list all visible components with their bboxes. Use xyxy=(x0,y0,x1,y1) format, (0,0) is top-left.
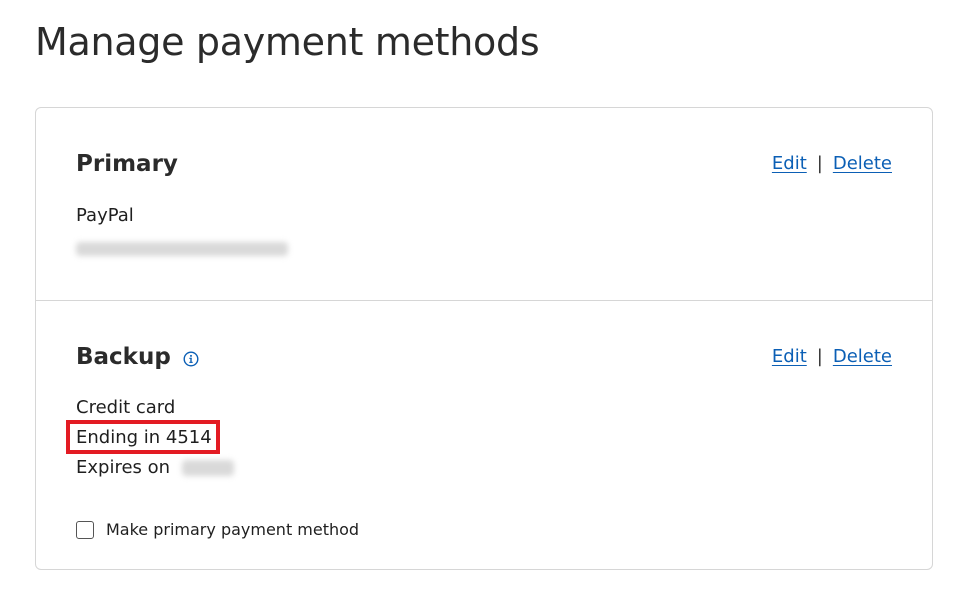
backup-delete-link[interactable]: Delete xyxy=(833,346,892,367)
payment-methods-card: Primary Edit | Delete PayPal Backup Edit… xyxy=(35,107,933,570)
backup-expiry: Expires on xyxy=(76,457,234,478)
backup-section: Backup Edit | Delete Credit card Ending … xyxy=(36,301,932,571)
info-icon[interactable] xyxy=(183,347,199,367)
primary-method-name: PayPal xyxy=(76,205,134,226)
make-primary-checkbox[interactable] xyxy=(76,520,94,539)
make-primary-row: Make primary payment method xyxy=(76,520,359,539)
highlight-box xyxy=(66,420,220,454)
redacted-email xyxy=(76,242,288,256)
backup-actions: Edit | Delete xyxy=(772,346,892,367)
action-separator: | xyxy=(816,153,823,174)
primary-heading: Primary xyxy=(76,151,178,177)
primary-actions: Edit | Delete xyxy=(772,153,892,174)
redacted-expiry-date xyxy=(181,460,234,476)
backup-heading: Backup xyxy=(76,344,199,370)
primary-section: Primary Edit | Delete PayPal xyxy=(36,108,932,301)
backup-method-type: Credit card xyxy=(76,397,176,418)
action-separator: | xyxy=(816,346,823,367)
primary-email-redacted xyxy=(76,238,288,259)
backup-edit-link[interactable]: Edit xyxy=(772,346,807,367)
expires-label: Expires on xyxy=(76,457,171,478)
make-primary-label[interactable]: Make primary payment method xyxy=(106,520,359,539)
backup-heading-label: Backup xyxy=(76,344,171,370)
page-title: Manage payment methods xyxy=(35,20,540,64)
primary-edit-link[interactable]: Edit xyxy=(772,153,807,174)
primary-delete-link[interactable]: Delete xyxy=(833,153,892,174)
